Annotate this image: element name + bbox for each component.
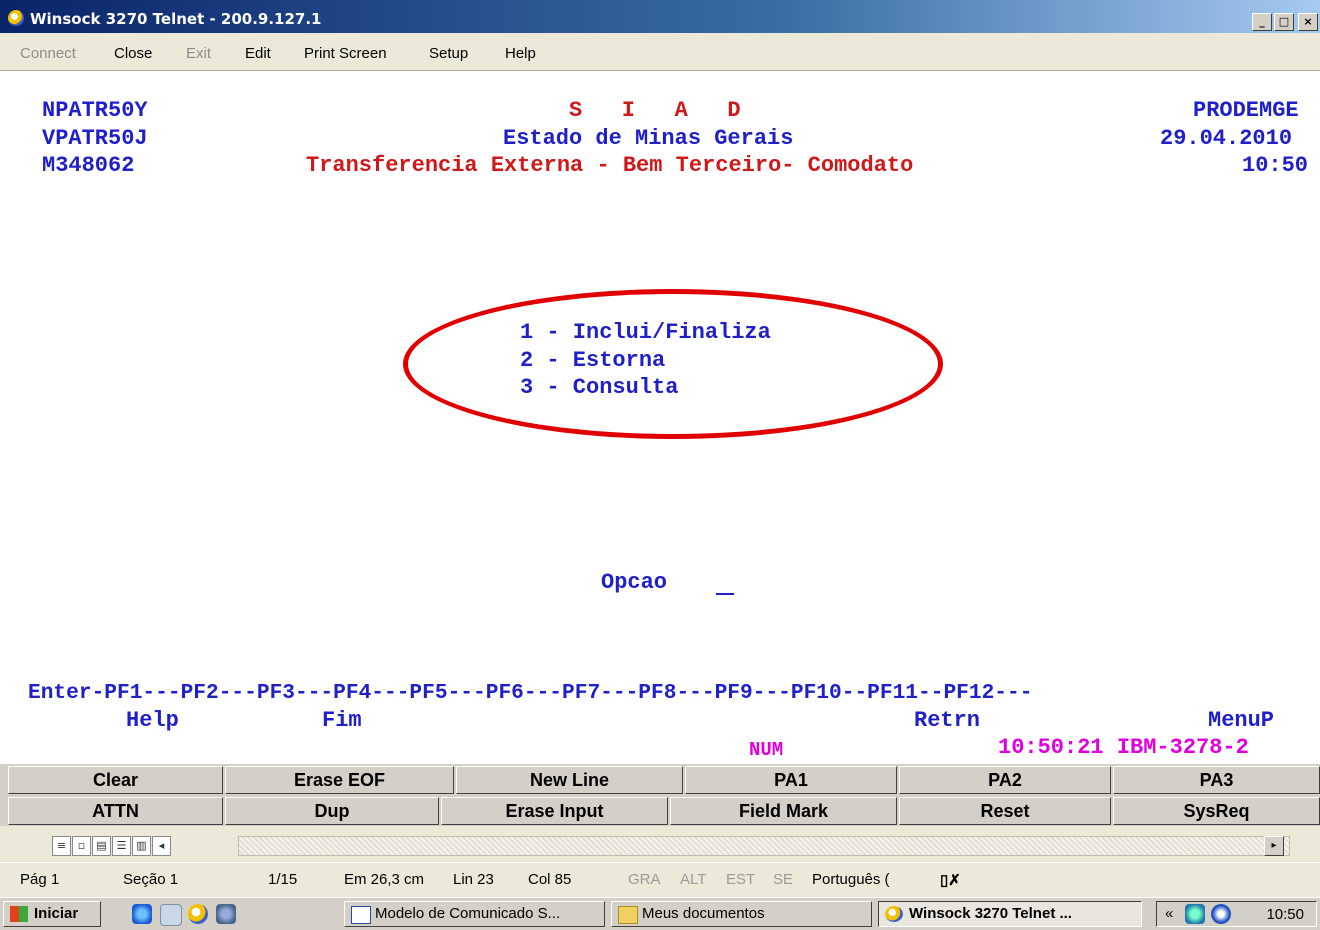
status-position: Em 26,3 cm [344, 871, 425, 888]
normal-view-icon[interactable]: ≡ [52, 836, 71, 856]
program-id: NPATR50Y [42, 98, 148, 123]
start-label: Iniciar [34, 905, 79, 922]
attn-key[interactable]: ATTN [8, 797, 223, 825]
pf-key-line: Enter-PF1---PF2---PF3---PF4---PF5---PF6-… [28, 681, 1033, 705]
menu-help[interactable]: Help [505, 45, 536, 62]
close-button[interactable]: × [1298, 13, 1318, 31]
status-page: Pág 1 [20, 871, 60, 888]
status-section: Seção 1 [123, 871, 179, 888]
network-icon[interactable] [216, 904, 236, 924]
mode-se[interactable]: SE [773, 871, 793, 888]
windows-flag-icon [10, 906, 28, 922]
print-view-icon[interactable]: ▤ [92, 836, 111, 856]
erase-eof-key[interactable]: Erase EOF [225, 766, 454, 794]
menu-bar: Connect Close Exit Edit Print Screen Set… [0, 33, 1320, 71]
horizontal-scrollbar[interactable] [238, 836, 1290, 856]
pf9-label: Retrn [914, 708, 981, 733]
screen-time: 10:50 [1242, 153, 1309, 178]
menu-setup[interactable]: Setup [429, 45, 468, 62]
dup-key[interactable]: Dup [225, 797, 439, 825]
menu-close[interactable]: Close [114, 45, 152, 62]
view-buttons: ≡ ▫ ▤ ☰ ▥ ◂ [52, 836, 172, 856]
status-language: Português ( [812, 871, 890, 888]
task-my-documents[interactable]: Meus documentos [611, 901, 872, 927]
tray-expand-icon[interactable]: « [1165, 905, 1173, 922]
internet-explorer-icon[interactable] [132, 904, 152, 924]
option-input-cursor[interactable] [716, 593, 734, 595]
system-name: S I A D [569, 98, 741, 123]
state-name: Estado de Minas Gerais [503, 126, 794, 151]
reset-key[interactable]: Reset [899, 797, 1111, 825]
notepad-icon[interactable] [160, 904, 182, 926]
org-name: PRODEMGE [1193, 98, 1299, 123]
scroll-left-icon[interactable]: ◂ [152, 836, 171, 856]
mode-est[interactable]: EST [726, 871, 755, 888]
new-line-key[interactable]: New Line [456, 766, 683, 794]
mode-alt[interactable]: ALT [680, 871, 706, 888]
status-bar: Pág 1 Seção 1 1/15 Em 26,3 cm Lin 23 Col… [0, 862, 1320, 898]
winsock-task-icon [885, 906, 903, 922]
pa3-key[interactable]: PA3 [1113, 766, 1320, 794]
restore-button[interactable]: □ [1274, 13, 1294, 31]
erase-input-key[interactable]: Erase Input [441, 797, 668, 825]
task-winsock-label: Winsock 3270 Telnet ... [909, 905, 1072, 922]
view-bar: ≡ ▫ ▤ ☰ ▥ ◂ ▸ [0, 826, 1320, 862]
menu-connect[interactable]: Connect [20, 45, 76, 62]
user-id: M348062 [42, 153, 135, 178]
sysreq-key[interactable]: SysReq [1113, 797, 1320, 825]
terminal-screen[interactable]: NPATR50Y VPATR50J M348062 S I A D Estado… [0, 71, 1320, 764]
status-pages: 1/15 [268, 871, 298, 888]
status-line: Lin 23 [453, 871, 494, 888]
tray-clock: 10:50 [1266, 906, 1304, 923]
task-word-document[interactable]: Modelo de Comunicado S... [344, 901, 605, 927]
winsock-quicklaunch-icon[interactable] [188, 904, 208, 924]
screen-title: Transferencia Externa - Bem Terceiro- Co… [306, 153, 914, 178]
pa2-key[interactable]: PA2 [899, 766, 1111, 794]
taskbar: Iniciar Modelo de Comunicado S... Meus d… [0, 897, 1320, 930]
highlight-ellipse [403, 289, 943, 439]
window-title: Winsock 3270 Telnet - 200.9.127.1 [30, 10, 322, 28]
task-winsock[interactable]: Winsock 3270 Telnet ... [878, 901, 1142, 927]
task-word-label: Modelo de Comunicado S... [375, 905, 561, 922]
word-icon [351, 906, 371, 924]
start-button[interactable]: Iniciar [3, 901, 101, 927]
minimize-button[interactable]: _ [1252, 13, 1272, 31]
menu-exit[interactable]: Exit [186, 45, 211, 62]
menu-edit[interactable]: Edit [245, 45, 271, 62]
outline-view-icon[interactable]: ☰ [112, 836, 131, 856]
app-icon[interactable] [8, 10, 24, 26]
num-lock-indicator: NUM [749, 739, 784, 761]
pf1-label: Help [126, 708, 179, 733]
pf3-label: Fim [322, 708, 362, 733]
reading-view-icon[interactable]: ▥ [132, 836, 151, 856]
pf12-label: MenuP [1208, 708, 1275, 733]
option-1: 1 - Inclui/Finaliza [520, 320, 771, 345]
clear-key[interactable]: Clear [8, 766, 223, 794]
system-tray: « 10:50 [1156, 901, 1317, 927]
option-2: 2 - Estorna [520, 348, 666, 373]
menu-print-screen[interactable]: Print Screen [304, 45, 387, 62]
field-mark-key[interactable]: Field Mark [670, 797, 897, 825]
view-id: VPATR50J [42, 126, 148, 151]
mode-gra[interactable]: GRA [628, 871, 661, 888]
network-tray-icon[interactable] [1185, 904, 1205, 924]
spellcheck-icon[interactable]: ▯✗ [940, 871, 961, 889]
folder-icon [618, 906, 638, 924]
screen-date: 29.04.2010 [1160, 126, 1293, 151]
scroll-right-icon[interactable]: ▸ [1264, 836, 1284, 856]
title-bar: Winsock 3270 Telnet - 200.9.127.1 _ □ × [0, 0, 1320, 33]
task-folder-label: Meus documentos [642, 905, 765, 922]
option-3: 3 - Consulta [520, 375, 679, 400]
web-view-icon[interactable]: ▫ [72, 836, 91, 856]
option-prompt: Opcao [601, 570, 668, 595]
pa1-key[interactable]: PA1 [685, 766, 897, 794]
keypad: Clear Erase EOF New Line PA1 PA2 PA3 ATT… [0, 764, 1320, 826]
info-tray-icon[interactable] [1211, 904, 1231, 924]
status-col: Col 85 [528, 871, 572, 888]
terminal-status: 10:50:21 IBM-3278-2 [998, 735, 1249, 760]
